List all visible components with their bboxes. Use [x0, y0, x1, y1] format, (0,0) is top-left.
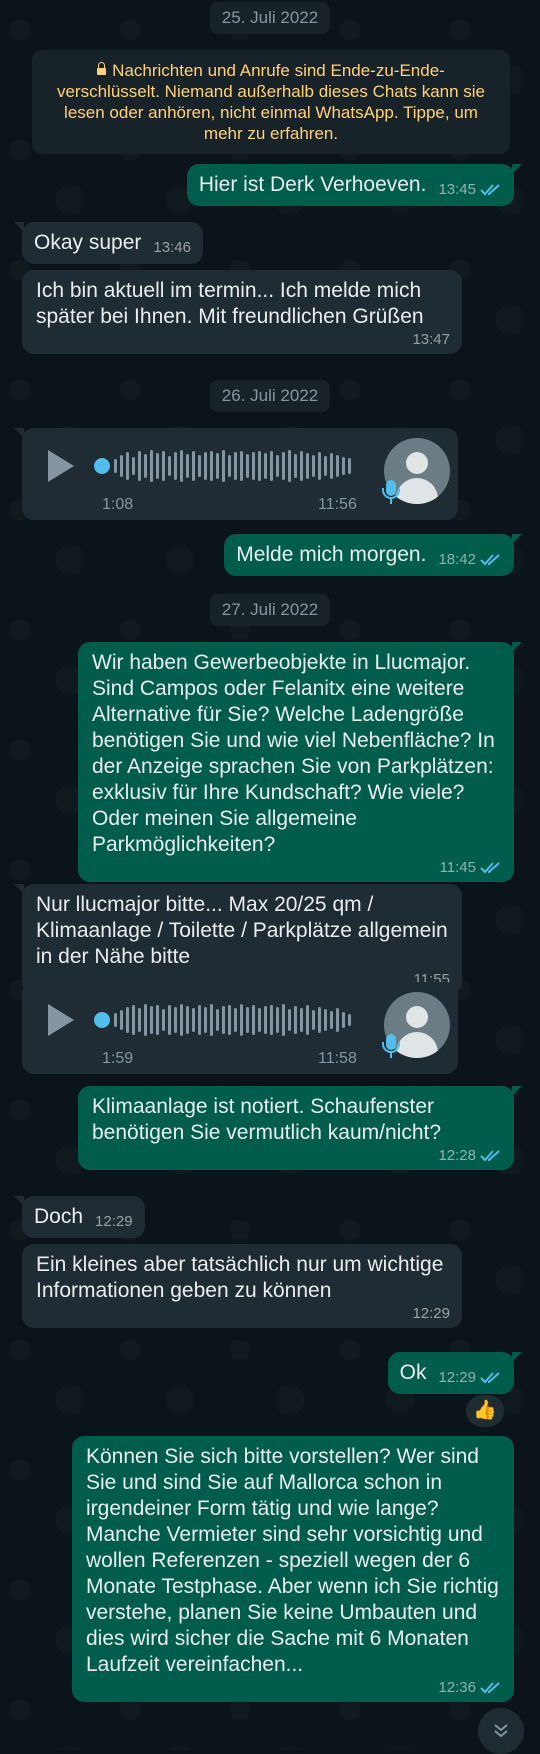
message-meta: 12:29	[438, 1370, 502, 1386]
voice-message[interactable]: 1:08 11:56	[14, 428, 458, 520]
message-incoming[interactable]: Nur llucmajor bitte... Max 20/25 qm / Kl…	[14, 884, 462, 994]
message-incoming[interactable]: Okay super 13:46	[14, 222, 203, 264]
message-time: 13:47	[412, 331, 450, 348]
waveform[interactable]	[114, 448, 376, 484]
message-meta: 12:29	[412, 1306, 450, 1322]
double-check-icon	[480, 554, 500, 566]
message-meta: 12:28	[438, 1148, 502, 1164]
microphone-icon	[382, 1034, 400, 1058]
message-time: 13:46	[153, 239, 191, 256]
message-text: Ok	[399, 1361, 427, 1384]
double-check-icon	[480, 1682, 500, 1694]
scroll-to-bottom-button[interactable]	[478, 1708, 524, 1754]
waveform[interactable]	[114, 1002, 376, 1038]
message-text: Hier ist Derk Verhoeven.	[198, 173, 427, 196]
message-outgoing[interactable]: Klimaanlage ist notiert. Schaufenster be…	[78, 1086, 522, 1170]
play-icon[interactable]	[48, 1004, 74, 1036]
double-check-icon	[480, 1150, 500, 1162]
playback-scrubber[interactable]	[94, 1012, 110, 1028]
message-incoming[interactable]: Ein kleines aber tatsächlich nur um wich…	[22, 1244, 462, 1328]
voice-duration: 1:08	[102, 496, 134, 513]
voice-message[interactable]: 1:59 11:58	[22, 982, 458, 1074]
message-text: Melde mich morgen.	[236, 543, 427, 566]
encryption-notice-text: Nachrichten und Anrufe sind Ende-zu-Ende…	[56, 61, 486, 143]
message-meta: 13:46	[153, 240, 191, 256]
message-time: 12:29	[412, 1305, 450, 1322]
play-icon[interactable]	[48, 450, 74, 482]
message-text: Ein kleines aber tatsächlich nur um wich…	[36, 1253, 444, 1302]
message-time: 12:36	[438, 1679, 476, 1696]
voice-duration: 1:59	[102, 1050, 134, 1067]
message-time: 11:45	[439, 859, 476, 876]
message-outgoing[interactable]: Melde mich morgen. 18:42	[224, 534, 522, 576]
message-meta: 13:47	[412, 332, 450, 348]
double-chevron-down-icon	[494, 1724, 508, 1738]
message-text: Okay super	[34, 231, 142, 254]
message-time: 12:29	[438, 1369, 476, 1386]
playback-scrubber[interactable]	[94, 458, 110, 474]
message-text: Doch	[34, 1205, 84, 1228]
date-separator: 27. Juli 2022	[209, 594, 331, 626]
encryption-notice[interactable]: Nachrichten und Anrufe sind Ende-zu-Ende…	[32, 50, 510, 154]
message-incoming[interactable]: Ich bin aktuell im termin... Ich melde m…	[22, 270, 462, 354]
message-outgoing[interactable]: Ok 12:29	[387, 1352, 523, 1394]
message-meta: 13:45	[438, 182, 502, 198]
date-separator: 26. Juli 2022	[209, 380, 331, 412]
message-incoming[interactable]: Doch 12:29	[14, 1196, 145, 1238]
message-text: Wir haben Gewerbeobjekte in Llucmajor. S…	[92, 651, 495, 856]
message-time: 12:28	[438, 1147, 476, 1164]
message-time: 18:42	[438, 551, 476, 568]
message-outgoing[interactable]: Hier ist Derk Verhoeven. 13:45	[186, 164, 523, 206]
message-outgoing[interactable]: Können Sie sich bitte vorstellen? Wer si…	[72, 1436, 514, 1702]
double-check-icon	[480, 862, 500, 874]
message-outgoing[interactable]: Wir haben Gewerbeobjekte in Llucmajor. S…	[78, 642, 522, 882]
double-check-icon	[480, 184, 500, 196]
date-separator: 25. Juli 2022	[209, 2, 331, 34]
message-meta: 11:45	[440, 860, 502, 876]
message-meta: 12:36	[438, 1680, 502, 1696]
message-text: Können Sie sich bitte vorstellen? Wer si…	[86, 1445, 499, 1676]
message-time: 11:58	[318, 1050, 357, 1067]
microphone-icon	[382, 480, 400, 504]
message-time: 11:56	[318, 496, 357, 513]
message-text: Ich bin aktuell im termin... Ich melde m…	[36, 279, 424, 328]
message-text: Nur llucmajor bitte... Max 20/25 qm / Kl…	[36, 893, 448, 968]
message-time: 12:29	[95, 1213, 133, 1230]
reaction-thumbs-up[interactable]: 👍	[466, 1395, 504, 1427]
double-check-icon	[480, 1372, 500, 1384]
message-text: Klimaanlage ist notiert. Schaufenster be…	[92, 1095, 442, 1144]
message-meta: 18:42	[438, 552, 502, 568]
message-meta: 12:29	[95, 1214, 133, 1230]
lock-icon	[97, 62, 107, 75]
message-time: 13:45	[438, 181, 476, 198]
